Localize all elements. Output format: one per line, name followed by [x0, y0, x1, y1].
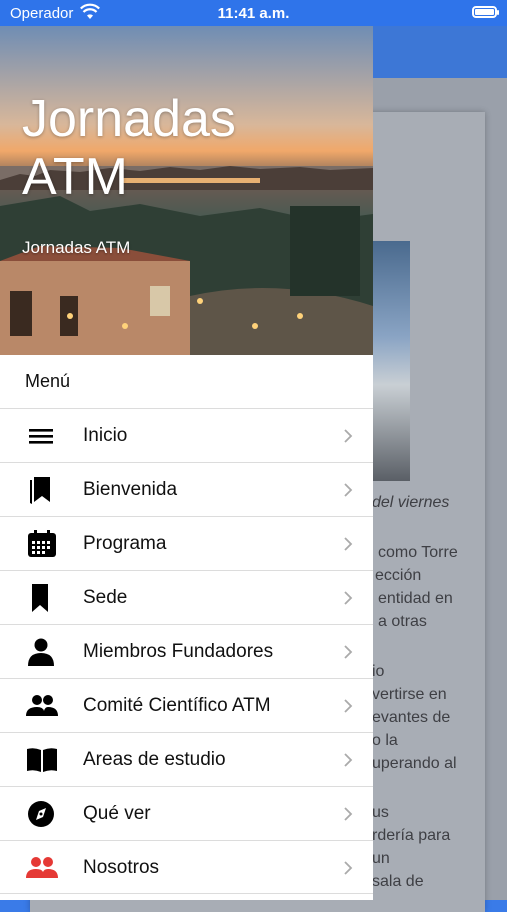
menu-item-comite-cientifico[interactable]: Comité Científico ATM: [0, 678, 373, 732]
menu-item-miembros-fundadores[interactable]: Miembros Fundadores: [0, 624, 373, 678]
menu-item-nosotros[interactable]: Nosotros: [0, 840, 373, 894]
menu-item-programa[interactable]: Programa: [0, 516, 373, 570]
menu-item-label: Comité Científico ATM: [83, 695, 271, 716]
background-text-line: rdería para: [372, 827, 451, 844]
drawer-header: Jornadas ATM Jornadas ATM: [0, 26, 373, 355]
chevron-right-icon: [341, 806, 355, 822]
hamburger-menu-icon: [26, 422, 58, 450]
chevron-right-icon: [341, 698, 355, 714]
background-text-line: entidad en: [378, 590, 453, 607]
menu-item-label: Miembros Fundadores: [83, 641, 274, 662]
background-text-line: como Torre: [378, 544, 458, 561]
menu-item-label: Areas de estudio: [83, 749, 226, 770]
calendar-icon: [26, 530, 58, 558]
app-title: Jornadas ATM: [22, 90, 236, 206]
menu-item-label: Bienvenida: [83, 479, 178, 500]
bookmark-icon: [26, 584, 58, 612]
menu-item-label: Inicio: [83, 425, 128, 446]
group-icon: [26, 854, 58, 882]
app-subtitle: Jornadas ATM: [22, 238, 131, 257]
menu-item-inicio[interactable]: Inicio: [0, 408, 373, 462]
background-text-line: ección: [375, 567, 422, 584]
chevron-right-icon: [341, 590, 355, 606]
background-photo: [370, 241, 410, 481]
background-text-line: del viernes: [372, 494, 450, 511]
clock: 11:41 a.m.: [217, 5, 290, 22]
menu-list: Inicio Bienvenida Programa Sede Miembros…: [0, 408, 373, 894]
chevron-right-icon: [341, 752, 355, 768]
side-menu-drawer: Jornadas ATM Jornadas ATM Menú Inicio Bi…: [0, 26, 373, 900]
chevron-right-icon: [341, 644, 355, 660]
menu-item-areas-de-estudio[interactable]: Areas de estudio: [0, 732, 373, 786]
menu-item-label: Nosotros: [83, 857, 160, 878]
compass-icon: [26, 800, 58, 828]
background-text-line: evantes de: [372, 709, 451, 726]
background-text-line: sala de: [372, 873, 424, 890]
background-text-line: un: [372, 850, 390, 867]
menu-item-label: Sede: [83, 587, 128, 608]
background-text-line: a otras: [378, 613, 427, 630]
menu-item-label: Qué ver: [83, 803, 151, 824]
chevron-right-icon: [341, 428, 355, 444]
bookmarks-icon: [26, 476, 58, 504]
background-text-line: io: [372, 663, 385, 680]
background-text-line: o la: [372, 732, 398, 749]
background-text-line: us: [372, 804, 389, 821]
person-icon: [26, 638, 58, 666]
battery-icon: [472, 6, 499, 18]
chevron-right-icon: [341, 860, 355, 876]
chevron-right-icon: [341, 536, 355, 552]
people-icon: [26, 692, 58, 720]
menu-section-label: Menú: [25, 371, 71, 391]
chevron-right-icon: [341, 482, 355, 498]
status-bar: Operador 11:41 a.m.: [0, 0, 507, 26]
menu-item-label: Programa: [83, 533, 167, 554]
background-text-line: uperando al: [372, 755, 457, 772]
menu-item-que-ver[interactable]: Qué ver: [0, 786, 373, 840]
menu-item-bienvenida[interactable]: Bienvenida: [0, 462, 373, 516]
menu-item-sede[interactable]: Sede: [0, 570, 373, 624]
background-text-line: vertirse en: [372, 686, 447, 703]
open-book-icon: [26, 746, 58, 774]
